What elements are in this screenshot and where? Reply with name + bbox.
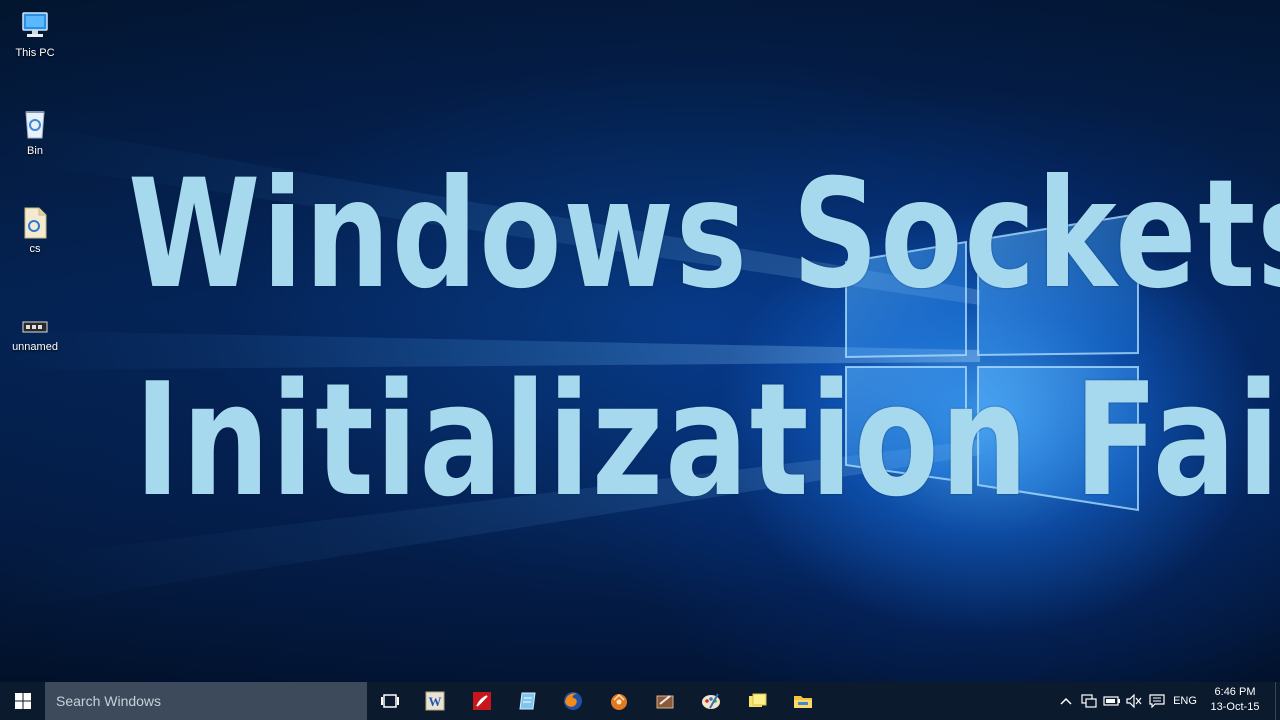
file-explorer-icon bbox=[794, 696, 812, 708]
clock-date: 13-Oct-15 bbox=[1210, 701, 1260, 713]
paint-icon bbox=[702, 693, 720, 709]
firefox-icon bbox=[564, 692, 582, 710]
tray-clock[interactable]: 6:46 PM 13-Oct-15 bbox=[1203, 685, 1267, 715]
taskbar-app-paint[interactable] bbox=[689, 682, 733, 720]
task-view-icon bbox=[381, 694, 399, 708]
search-placeholder: Search Windows bbox=[56, 693, 162, 709]
acrobat-icon bbox=[473, 692, 491, 710]
tray-volume[interactable] bbox=[1123, 682, 1145, 720]
desktop-icon-this-pc[interactable]: This PC bbox=[0, 8, 70, 60]
start-button[interactable] bbox=[0, 682, 45, 720]
bird-app-icon bbox=[611, 693, 627, 710]
computer-icon bbox=[17, 8, 53, 44]
network-icon bbox=[1081, 694, 1097, 708]
language-indicator: ENG bbox=[1173, 695, 1197, 707]
show-desktop-button[interactable] bbox=[1275, 682, 1280, 720]
desktop-icon-bin[interactable]: Bin bbox=[0, 106, 70, 158]
windows-logo-icon bbox=[14, 693, 31, 709]
clock-time: 6:46 PM bbox=[1214, 686, 1256, 698]
overlay-title-line-1: Windows Sockets bbox=[128, 148, 1280, 322]
tool-app-icon bbox=[656, 695, 674, 709]
tray-action-center[interactable] bbox=[1146, 682, 1168, 720]
chevron-up-icon bbox=[1060, 697, 1072, 705]
taskbar: Search Windows W ENG 6:46 PM 13-Oct-15 bbox=[0, 682, 1280, 720]
wallpaper-windows-logo bbox=[0, 120, 1139, 610]
taskbar-app-file-explorer[interactable] bbox=[781, 682, 825, 720]
tray-language[interactable]: ENG bbox=[1170, 682, 1200, 720]
desktop-icon-label: Bin bbox=[27, 145, 43, 157]
desktop-icon-cs[interactable]: cs bbox=[0, 204, 70, 256]
desktop-icon-unnamed[interactable]: unnamed bbox=[0, 316, 70, 354]
search-input[interactable]: Search Windows bbox=[45, 682, 367, 720]
tray-network[interactable] bbox=[1078, 682, 1100, 720]
taskbar-app-tool[interactable] bbox=[643, 682, 687, 720]
sticky-notes-icon bbox=[749, 693, 767, 707]
taskbar-app-word[interactable]: W bbox=[413, 682, 457, 720]
file-icon bbox=[17, 204, 53, 240]
taskbar-app-notepad[interactable] bbox=[506, 682, 550, 720]
taskbar-app-sticky-notes[interactable] bbox=[735, 682, 779, 720]
desktop-icon-label: cs bbox=[29, 243, 41, 255]
volume-muted-icon bbox=[1126, 694, 1142, 708]
taskbar-app-acrobat[interactable] bbox=[460, 682, 504, 720]
battery-icon bbox=[1103, 696, 1120, 706]
recycle-bin-icon bbox=[17, 106, 53, 142]
desktop: This PC Bin cs unnamed Windows Sockets I… bbox=[0, 0, 1280, 682]
tray-battery[interactable] bbox=[1101, 682, 1123, 720]
desktop-icon-label: This PC bbox=[15, 47, 55, 59]
svg-text:W: W bbox=[429, 694, 442, 709]
taskbar-app-bird[interactable] bbox=[597, 682, 641, 720]
task-view-button[interactable] bbox=[368, 682, 412, 720]
tray-overflow-button[interactable] bbox=[1056, 682, 1076, 720]
notepad-icon bbox=[519, 692, 536, 710]
taskbar-app-firefox[interactable] bbox=[551, 682, 595, 720]
desktop-icon-label: unnamed bbox=[12, 341, 58, 353]
image-file-icon bbox=[17, 316, 53, 338]
word-icon: W bbox=[425, 691, 445, 711]
overlay-title-line-2: Initialization Failed bbox=[134, 349, 1280, 531]
action-center-icon bbox=[1149, 694, 1165, 708]
